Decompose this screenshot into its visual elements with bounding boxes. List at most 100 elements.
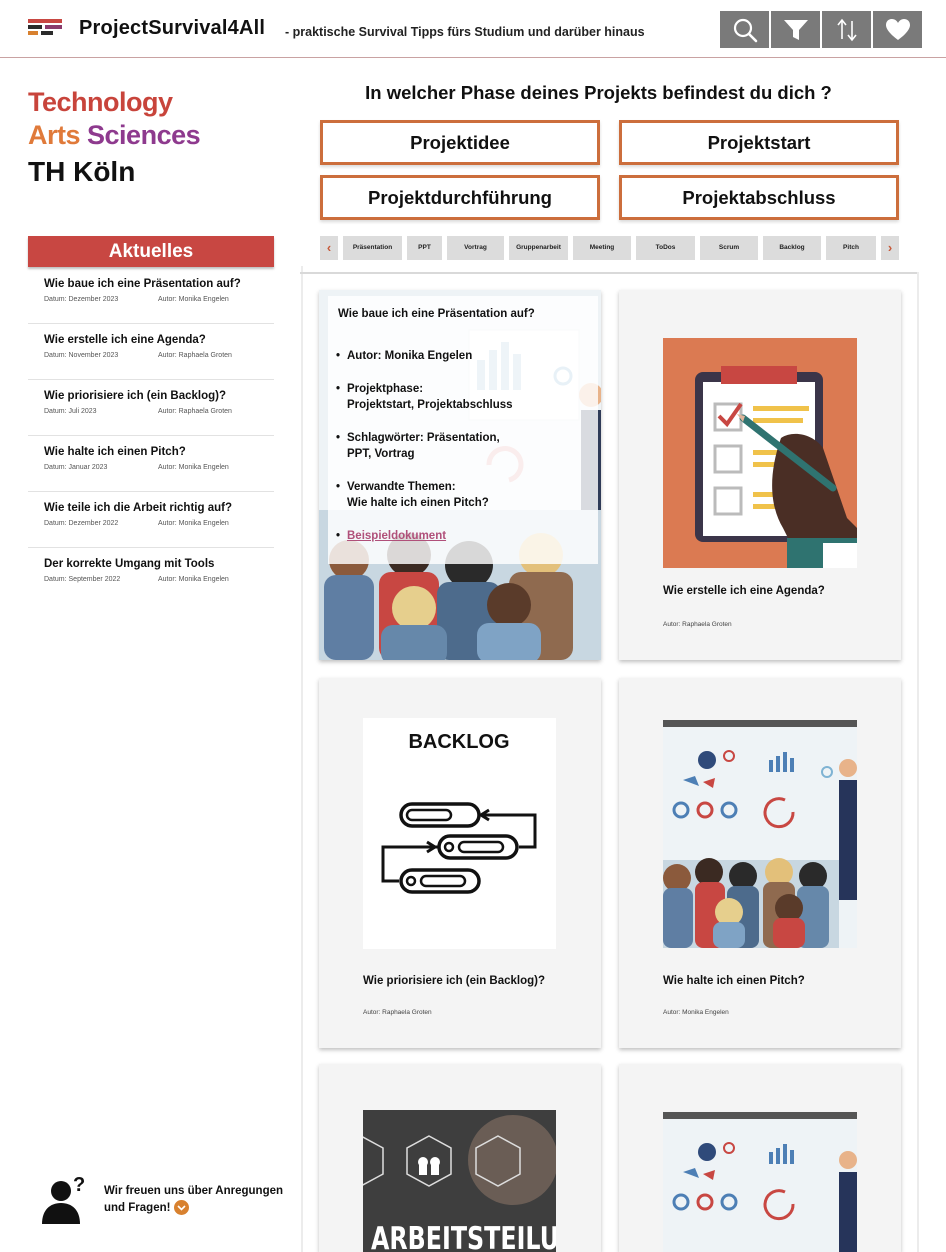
- news-item-title: Wie baue ich eine Präsentation auf?: [44, 278, 241, 290]
- article-detail-list: Autor: Monika Engelen Projektphase:Proje…: [336, 348, 513, 561]
- sort-button[interactable]: [822, 11, 871, 48]
- phase-button-projektstart[interactable]: Projektstart: [619, 120, 899, 165]
- top-header: ProjectSurvival4All - praktische Surviva…: [0, 0, 946, 58]
- news-item[interactable]: Wie erstelle ich eine Agenda? Datum: Nov…: [28, 324, 274, 380]
- article-card-arbeitsteilung[interactable]: ARBEITSTEILU: [319, 1064, 601, 1252]
- news-item-date: Datum: Juli 2023: [44, 408, 97, 415]
- heart-icon: [885, 18, 910, 40]
- article-card-agenda[interactable]: Wie erstelle ich eine Agenda? Autor: Rap…: [619, 290, 901, 660]
- news-item-author: Autor: Monika Engelen: [158, 464, 229, 471]
- news-item-title: Wie halte ich einen Pitch?: [44, 446, 186, 458]
- article-card-backlog[interactable]: BACKLOG Wie priorisiere ich (ein Backlog…: [319, 678, 601, 1048]
- phase-question: In welcher Phase deines Projekts befinde…: [365, 82, 832, 103]
- feedback-line2: und Fragen!: [104, 1202, 171, 1214]
- card-title: Wie halte ich einen Pitch?: [663, 975, 805, 987]
- search-icon: [733, 18, 757, 42]
- tag-next-button[interactable]: ›: [881, 236, 899, 260]
- tag-vortrag[interactable]: Vortrag: [447, 236, 504, 260]
- news-item-title: Der korrekte Umgang mit Tools: [44, 558, 215, 570]
- tag-praesentation[interactable]: Präsentation: [343, 236, 402, 260]
- logo-sciences: Sciences: [87, 120, 201, 150]
- card-author: Autor: Raphaela Groten: [663, 621, 732, 628]
- favorites-button[interactable]: [873, 11, 922, 48]
- logo-th-koeln: TH Köln: [28, 156, 136, 187]
- logo-technology: Technology: [28, 87, 173, 117]
- logo-arts: Arts: [28, 120, 81, 150]
- news-item-title: Wie erstelle ich eine Agenda?: [44, 334, 206, 346]
- search-button[interactable]: [720, 11, 769, 48]
- arbeitsteilung-image: ARBEITSTEILU: [363, 1110, 556, 1252]
- article-author: Autor: Monika Engelen: [336, 348, 513, 364]
- chevron-down-icon: [177, 1205, 187, 1211]
- news-item[interactable]: Wie halte ich einen Pitch? Datum: Januar…: [28, 436, 274, 492]
- sort-icon: [836, 18, 857, 41]
- tag-backlog[interactable]: Backlog: [763, 236, 821, 260]
- phase-button-projektabschluss[interactable]: Projektabschluss: [619, 175, 899, 220]
- card-image: [663, 338, 857, 568]
- tag-gruppenarbeit[interactable]: Gruppenarbeit: [509, 236, 568, 260]
- card-image: [663, 1112, 857, 1252]
- article-related: Verwandte Themen: Wie halte ich einen Pit…: [336, 479, 513, 511]
- tag-filter-bar: ‹ Präsentation PPT Vortrag Gruppenarbeit…: [320, 236, 900, 260]
- news-item-title: Wie teile ich die Arbeit richtig auf?: [44, 502, 232, 514]
- tag-meeting[interactable]: Meeting: [573, 236, 631, 260]
- article-phase-label: Projektphase:: [347, 383, 424, 395]
- article-keywords-value: PPT, Vortrag: [347, 448, 415, 460]
- news-item-author: Autor: Monika Engelen: [158, 520, 229, 527]
- card-author: Autor: Raphaela Groten: [363, 1009, 432, 1016]
- news-item-author: Autor: Raphaela Groten: [158, 408, 232, 415]
- arbeitsteilung-image-text: ARBEITSTEILU: [371, 1221, 556, 1252]
- news-item-title: Wie priorisiere ich (ein Backlog)?: [44, 390, 227, 402]
- news-item-date: Datum: Dezember 2023: [44, 296, 119, 303]
- feedback-expand-button[interactable]: [174, 1200, 190, 1216]
- phase-button-projektidee[interactable]: Projektidee: [320, 120, 600, 165]
- feedback-line1: Wir freuen uns über Anregungen: [104, 1185, 284, 1197]
- article-keywords-label: Schlagwörter: Präsentation,: [347, 432, 500, 444]
- card-image: ARBEITSTEILU: [363, 1110, 556, 1252]
- news-item[interactable]: Wie baue ich eine Präsentation auf? Datu…: [28, 268, 274, 324]
- clipboard-checklist-image: [663, 338, 857, 568]
- article-title: Wie baue ich eine Präsentation auf?: [338, 308, 535, 320]
- pitch-presentation-image: [663, 720, 857, 948]
- card-author: Autor: Monika Engelen: [663, 1009, 729, 1016]
- tag-prev-button[interactable]: ‹: [320, 236, 338, 260]
- pitch-presentation-image: [663, 1112, 857, 1252]
- article-related-value: Wie halte ich einen Pitch?: [347, 497, 489, 509]
- example-document-link[interactable]: Beispieldokument: [347, 530, 446, 542]
- news-item-author: Autor: Raphaela Groten: [158, 352, 232, 359]
- card-image: BACKLOG: [363, 718, 556, 949]
- backlog-diagram-image: BACKLOG: [363, 718, 556, 949]
- article-phase: Projektphase: Projektstart, Projektabschl…: [336, 381, 513, 413]
- article-card-pitch[interactable]: Wie halte ich einen Pitch? Autor: Monika…: [619, 678, 901, 1048]
- phase-button-projektdurchfuehrung[interactable]: Projektdurchführung: [320, 175, 600, 220]
- news-item[interactable]: Wie priorisiere ich (ein Backlog)? Datum…: [28, 380, 274, 436]
- news-item-author: Autor: Monika Engelen: [158, 576, 229, 583]
- tag-todos[interactable]: ToDos: [636, 236, 695, 260]
- news-item[interactable]: Wie teile ich die Arbeit richtig auf? Da…: [28, 492, 274, 548]
- filter-button[interactable]: [771, 11, 820, 48]
- feedback-box: ? Wir freuen uns über Anregungen und Fra…: [40, 1174, 283, 1224]
- card-title: Wie erstelle ich eine Agenda?: [663, 585, 825, 597]
- tag-scrum[interactable]: Scrum: [700, 236, 758, 260]
- app-title[interactable]: ProjectSurvival4All: [79, 17, 265, 40]
- news-item[interactable]: Der korrekte Umgang mit Tools Datum: Sep…: [28, 548, 274, 604]
- article-phase-value: Projektstart, Projektabschluss: [347, 399, 513, 411]
- article-card-pitch-2[interactable]: [619, 1064, 901, 1252]
- article-card-praesentation[interactable]: Wie baue ich eine Präsentation auf? Auto…: [319, 290, 601, 660]
- article-example-doc: Beispieldokument: [336, 528, 513, 544]
- card-title: Wie priorisiere ich (ein Backlog)?: [363, 975, 546, 987]
- news-item-date: Datum: September 2022: [44, 576, 121, 583]
- filter-icon: [783, 19, 808, 40]
- logo-arts-sciences: Arts Sciences: [28, 119, 201, 152]
- news-item-date: Datum: November 2023: [44, 352, 119, 359]
- tag-pitch[interactable]: Pitch: [826, 236, 876, 260]
- tag-ppt[interactable]: PPT: [407, 236, 442, 260]
- content-right-border: [917, 272, 919, 1252]
- news-item-date: Datum: Januar 2023: [44, 464, 108, 471]
- news-list: Wie baue ich eine Präsentation auf? Datu…: [28, 268, 274, 604]
- news-item-date: Datum: Dezember 2022: [44, 520, 119, 527]
- card-image: [663, 720, 857, 948]
- menu-icon[interactable]: [28, 19, 62, 39]
- article-keywords: Schlagwörter: Präsentation, PPT, Vortrag: [336, 430, 513, 462]
- svg-text:?: ?: [73, 1174, 85, 1196]
